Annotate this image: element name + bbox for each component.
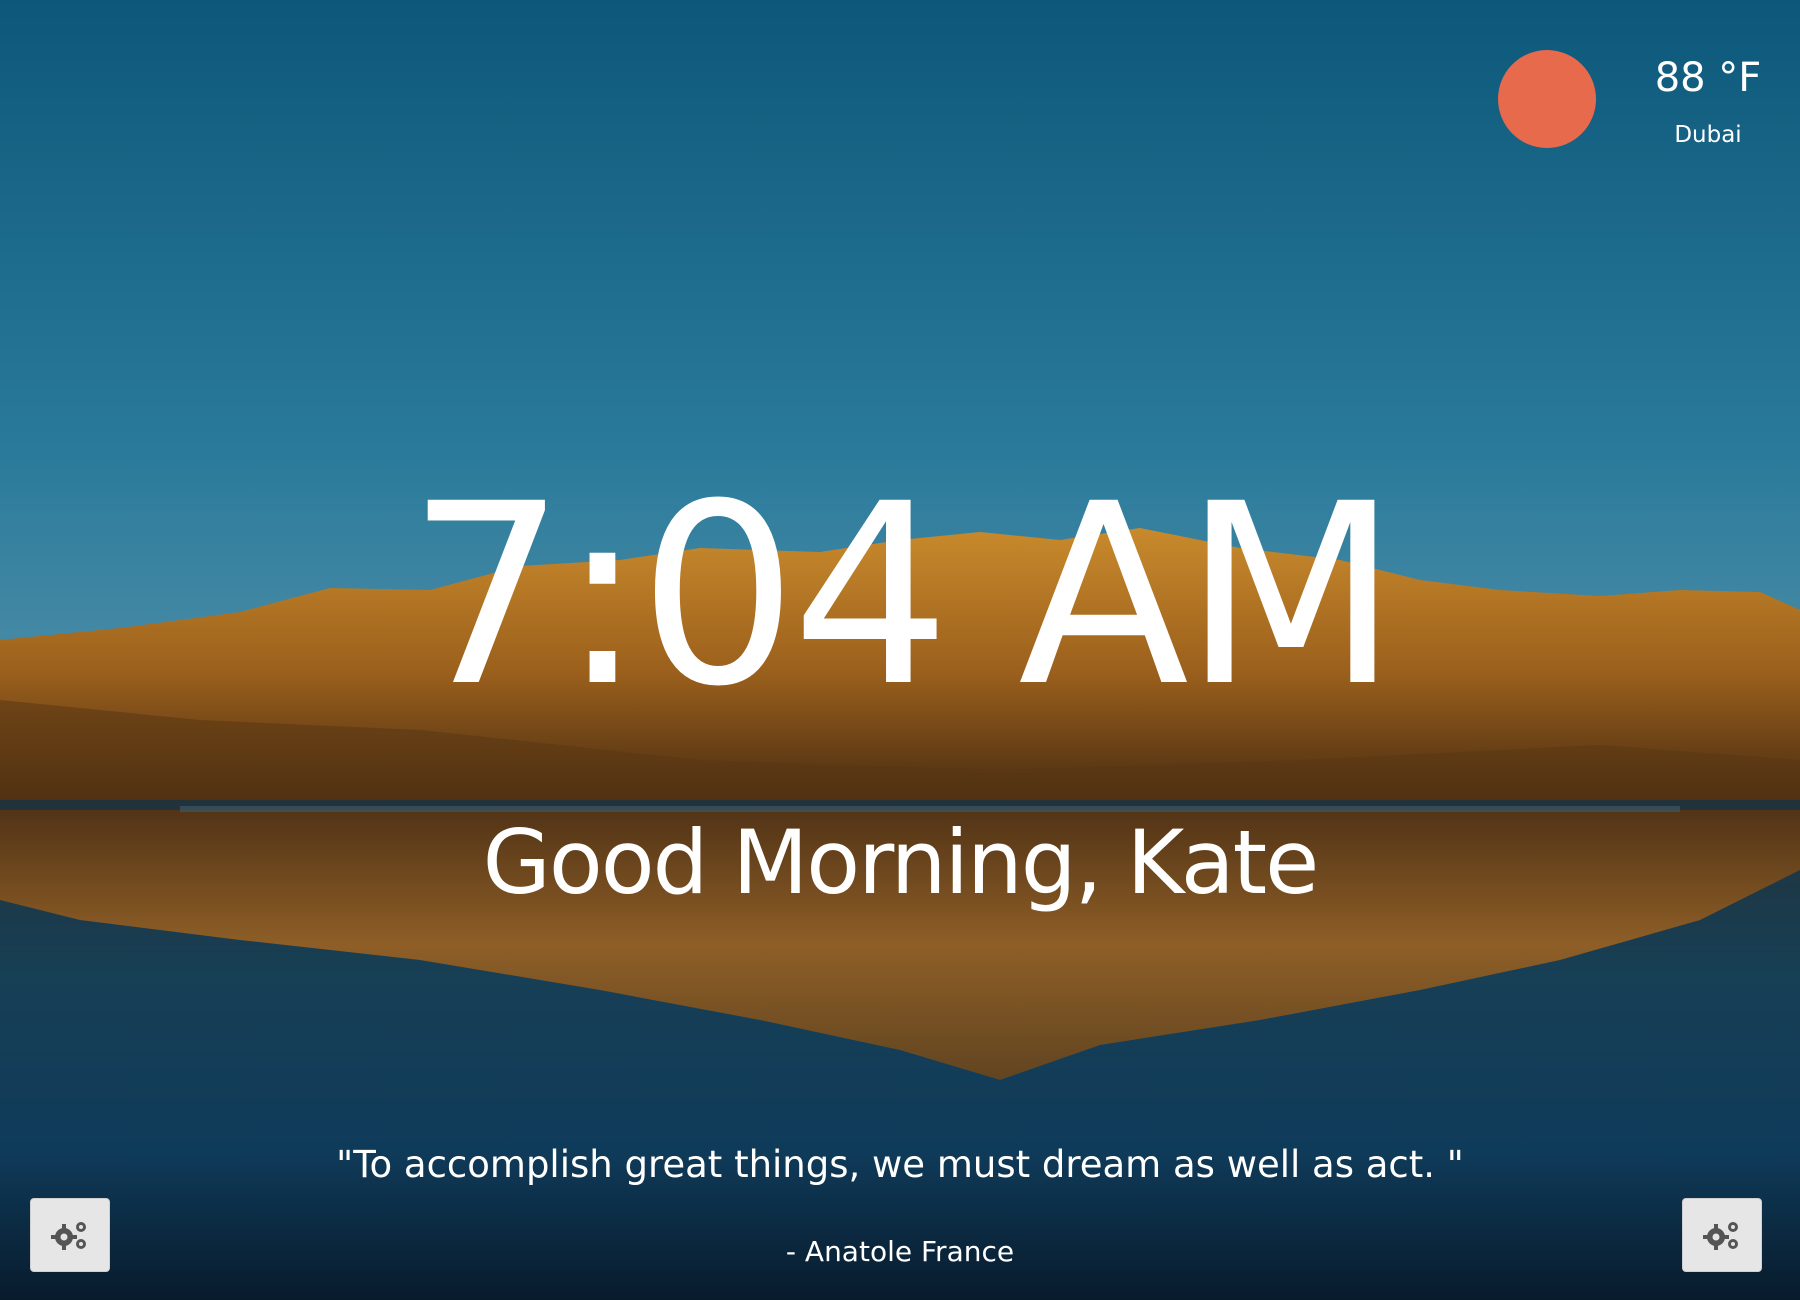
gears-icon (1703, 1222, 1738, 1250)
greeting-text: Good Morning, Kate (482, 811, 1320, 914)
temperature-label: 88 °F (1654, 55, 1762, 101)
sun-icon (1498, 50, 1596, 148)
settings-button-left[interactable] (30, 1198, 110, 1272)
weather-widget: 88 °F Dubai (1498, 50, 1768, 160)
gears-icon (51, 1222, 86, 1250)
new-tab-dashboard: 88 °F Dubai 7:04 AM Good Morning, Kate "… (0, 0, 1800, 1300)
quote-author: - Anatole France (785, 1235, 1015, 1268)
settings-button-right[interactable] (1682, 1198, 1762, 1272)
quote-text: "To accomplish great things, we must dre… (336, 1143, 1464, 1186)
clock-time: 7:04 AM (407, 450, 1399, 741)
city-label: Dubai (1674, 122, 1742, 148)
